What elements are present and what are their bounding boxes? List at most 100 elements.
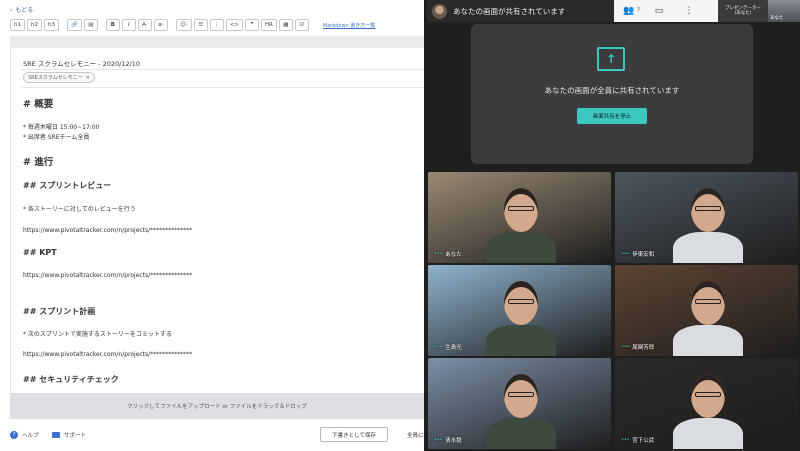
paragraph-line[interactable]: * 次のスプリントで実施するストーリーをコミットする [23,329,172,338]
help-link[interactable]: ? ヘルプ [10,431,39,439]
image-icon[interactable]: ▤ [83,19,98,31]
hr-button[interactable]: HR [260,19,277,31]
share-screen-icon: ↑ [597,47,625,71]
chevron-left-icon: ‹ [10,7,13,14]
markdown-help-link[interactable]: Markdown 書き方一覧 [323,22,375,29]
participant-tile[interactable]: ••• 清水毅 [428,358,611,449]
glasses-icon [508,299,534,304]
audio-level-icon: ••• [434,251,443,257]
heading-line[interactable]: # 概要 [23,96,53,110]
back-link[interactable]: ‹ もどる [10,5,33,14]
meeting-topbar: あなたの画面が共有されています 👥 7 ▭ ⋮ プレゼンテーター (あなた) あな… [424,0,800,22]
participant-grid: ••• あなた ••• 伊東宏和 ••• 生島光 ••• 尾関芳郎 ••• 清水毅 ••• 宮下公武 [428,172,798,451]
glasses-icon [695,392,721,397]
participants-icon[interactable]: 👥 7 [614,6,644,16]
editor-header-bar [10,36,424,48]
checkbox-icon[interactable]: ☑ [294,19,309,31]
divider [21,69,424,70]
participant-name: ••• 宮下公武 [621,436,654,444]
participant-name-label: あなた [445,252,462,258]
participants-count: 7 [637,8,640,13]
participant-name: ••• あなた [434,250,462,258]
audio-level-icon: ••• [434,437,443,443]
help-label: ヘルプ [22,433,39,439]
paragraph-line[interactable]: https://www.pivotaltracker.com/n/project… [23,227,192,234]
glasses-icon [508,392,534,397]
tag-chip[interactable]: SREスクラムセレモニー × [23,72,95,83]
participant-tile[interactable]: ••• あなた [428,172,611,263]
close-icon[interactable]: × [86,75,90,81]
editor-footer: ? ヘルプ サポート 下書きとして保存 全員に [0,422,424,451]
quote-icon[interactable]: ❞ [244,19,259,31]
glasses-icon [695,299,721,304]
paragraph-line[interactable]: * 出席者 SREチーム全員 [23,132,89,141]
audio-level-icon: ••• [621,437,630,443]
mail-icon [52,432,60,438]
screen-share-panel: ↑ あなたの画面が全員に共有されています 画面共有を停止 [471,24,753,164]
presenter-label: プレゼンテーター (あなた) [718,0,768,22]
participant-tile[interactable]: ••• 宮下公武 [615,358,798,449]
code-icon[interactable]: <> [225,19,243,31]
h2-button[interactable]: h2 [27,19,42,31]
audio-level-icon: ••• [621,344,630,350]
participant-name-label: 生島光 [445,345,462,351]
participant-tile[interactable]: ••• 尾関芳郎 [615,265,798,356]
participant-name: ••• 生島光 [434,343,462,351]
participant-body [673,325,743,356]
chat-icon[interactable]: ▭ [644,6,674,16]
participant-name: ••• 尾関芳郎 [621,343,654,351]
presenter-label-line2: (あなた) [734,11,752,16]
document-area[interactable]: SRE スクラムセレモニー - 2020/12/10 SREスクラムセレモニー … [10,48,424,392]
audio-level-icon: ••• [434,344,443,350]
editor-toolbar: h1 h2 h3 🔗 ▤ B I A· ≡· ☺· ☰ ⋮ <> ❞ HR ▦ … [10,18,375,32]
paragraph-line[interactable]: https://www.pivotaltracker.com/n/project… [23,351,192,358]
align-button[interactable]: ≡· [153,19,169,31]
paragraph-line[interactable]: https://www.pivotaltracker.com/n/project… [23,272,192,279]
save-draft-button[interactable]: 下書きとして保存 [320,427,388,442]
participant-name-label: 宮下公武 [632,438,655,444]
numbered-list-icon[interactable]: ⋮ [209,19,224,31]
bullet-list-icon[interactable]: ☰ [193,19,208,31]
presenter-name: あなた [770,16,784,21]
participant-name: ••• 伊東宏和 [621,250,654,258]
participant-name: ••• 清水毅 [434,436,462,444]
h1-button[interactable]: h1 [10,19,25,31]
document-title[interactable]: SRE スクラムセレモニー - 2020/12/10 [23,58,140,68]
more-icon[interactable]: ⋮ [674,6,704,16]
h3-button[interactable]: h3 [44,19,59,31]
heading-line[interactable]: ## KPT [23,248,57,257]
file-upload-dropzone[interactable]: クリックしてファイルをアップロード or ファイルをドラッグ＆ドロップ [10,393,424,419]
heading-line[interactable]: # 進行 [23,154,53,168]
participant-name-label: 清水毅 [445,438,462,444]
meeting-title-bar: あなたの画面が共有されています [426,0,616,22]
paragraph-line[interactable]: * 各ストーリーに対してのレビューを行う [23,204,136,213]
avatar [432,3,447,19]
presenter-indicator: プレゼンテーター (あなた) あなた [718,0,800,22]
participant-tile[interactable]: ••• 伊東宏和 [615,172,798,263]
back-label: もどる [15,7,34,14]
heading-line[interactable]: ## スプリントレビュー [23,180,111,191]
participant-body [486,232,556,263]
emoji-icon[interactable]: ☺· [176,19,192,31]
presenter-camera: あなた [768,0,800,22]
help-icon: ? [10,431,18,439]
support-link[interactable]: サポート [52,431,86,439]
publish-all-button[interactable]: 全員に [407,431,424,439]
heading-line[interactable]: ## セキュリティチェック [23,374,119,385]
italic-button[interactable]: I [121,19,136,31]
heading-line[interactable]: ## スプリント計画 [23,306,95,317]
table-icon[interactable]: ▦ [278,19,293,31]
audio-level-icon: ••• [621,251,630,257]
participant-tile[interactable]: ••• 生島光 [428,265,611,356]
bold-button[interactable]: B [105,19,120,31]
meeting-title: あなたの画面が共有されています [453,6,566,16]
link-icon[interactable]: 🔗 [67,19,82,31]
glasses-icon [508,206,534,211]
paragraph-line[interactable]: * 毎週木曜日 15:00~17:00 [23,122,99,131]
glasses-icon [695,206,721,211]
participant-body [486,325,556,356]
text-color-button[interactable]: A· [137,19,152,31]
stop-share-button[interactable]: 画面共有を停止 [577,108,647,124]
participant-body [486,418,556,449]
support-label: サポート [64,433,87,439]
